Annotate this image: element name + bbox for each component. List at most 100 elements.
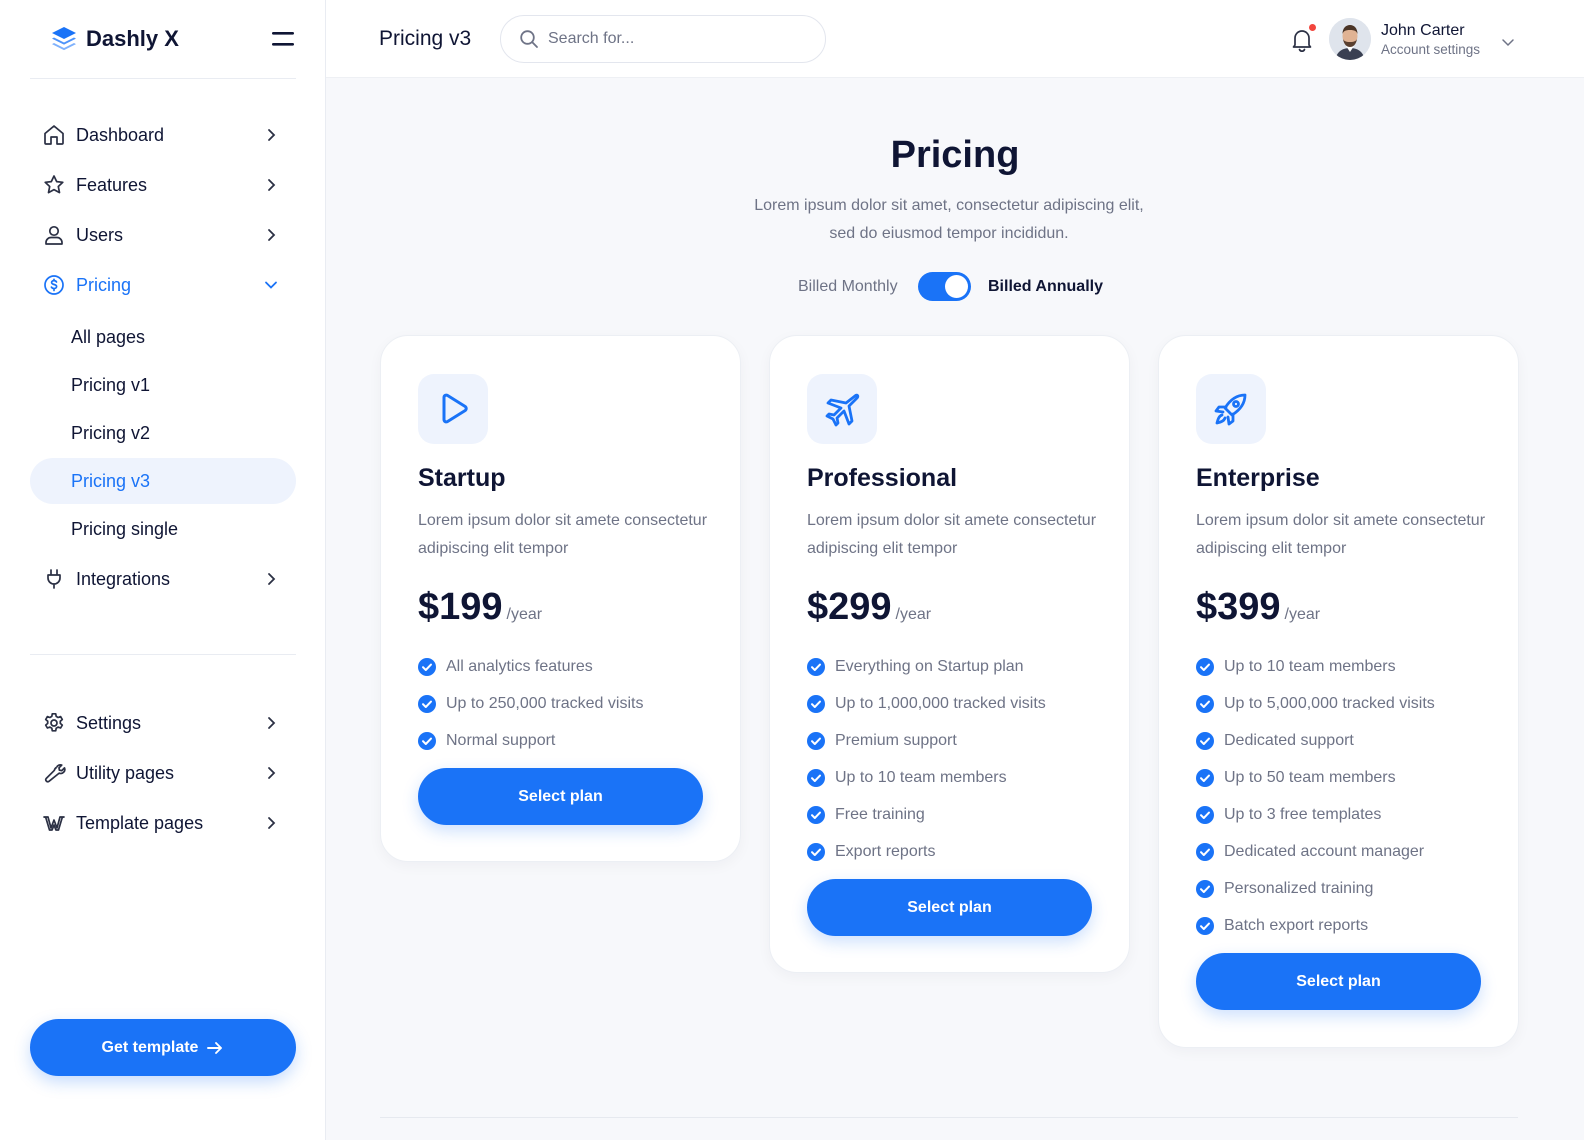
home-icon [44,125,64,145]
check-circle-icon [1196,879,1214,898]
feature-label: Dedicated support [1224,731,1354,749]
feature-item: Batch export reports [1196,907,1435,944]
feature-item: Free training [807,796,1046,833]
sidebar: Dashly X Dashboard Features Users Pricin… [0,0,326,1140]
chevron-right-icon [268,229,276,241]
play-icon [442,393,468,424]
feature-label: Up to 10 team members [1224,657,1396,675]
sidebar-subitem-all-pages[interactable]: All pages [30,314,296,360]
feature-item: Up to 250,000 tracked visits [418,685,643,722]
search-input[interactable] [548,30,808,48]
billing-toggle[interactable] [918,272,971,301]
plan-price-row: $399 /year [1196,586,1320,629]
sidebar-item-label: Users [76,224,124,245]
plan-price-row: $199 /year [418,586,542,629]
plan-description: Lorem ipsum dolor sit amete consectetur … [418,512,708,557]
webflow-icon [43,816,65,831]
feature-label: Export reports [835,842,936,860]
plan-name: Enterprise [1196,464,1320,492]
sidebar-item-integrations[interactable]: Integrations [30,554,296,604]
sidebar-item-settings[interactable]: Settings [30,698,296,748]
feature-label: Everything on Startup plan [835,657,1024,675]
feature-label: Up to 3 free templates [1224,805,1382,823]
plan-name: Professional [807,464,958,492]
footer-divider [380,1117,1518,1118]
feature-item: Everything on Startup plan [807,648,1046,685]
sidebar-item-dashboard[interactable]: Dashboard [30,110,296,160]
get-template-button[interactable]: Get template [30,1019,296,1076]
chevron-right-icon [268,573,276,585]
brand-name[interactable]: Dashly X [86,26,179,52]
plan-icon-box [807,374,877,444]
feature-item: Up to 10 team members [1196,648,1435,685]
chevron-right-icon [268,717,276,729]
plan-features: All analytics features Up to 250,000 tra… [418,648,643,759]
sidebar-item-pricing[interactable]: Pricing [30,260,296,310]
sidebar-item-label: Template pages [76,812,204,833]
wrench-icon [44,764,66,783]
avatar[interactable] [1329,18,1371,60]
menu-toggle-icon[interactable] [272,28,296,50]
search-box[interactable] [500,15,826,63]
plan-features: Everything on Startup plan Up to 1,000,0… [807,648,1046,870]
sidebar-subitem-pricing-single[interactable]: Pricing single [30,506,296,552]
check-circle-icon [807,731,825,750]
sidebar-item-features[interactable]: Features [30,160,296,210]
check-circle-icon [418,694,436,713]
feature-label: Up to 50 team members [1224,768,1396,786]
user-icon [45,225,63,245]
feature-item: Dedicated support [1196,722,1435,759]
sidebar-item-label: Utility pages [76,762,175,783]
feature-item: Normal support [418,722,643,759]
chevron-right-icon [268,129,276,141]
plan-period: /year [895,606,932,623]
select-plan-button[interactable]: Select plan [807,879,1092,936]
sidebar-divider [30,654,296,655]
sidebar-item-utility-pages[interactable]: Utility pages [30,748,296,798]
feature-label: Up to 10 team members [835,768,1007,786]
main-nav: Dashboard Features Users Pricing All pag… [30,110,296,604]
feature-item: Up to 50 team members [1196,759,1435,796]
feature-item: Up to 3 free templates [1196,796,1435,833]
feature-label: Up to 250,000 tracked visits [446,694,644,712]
feature-item: All analytics features [418,648,643,685]
select-plan-button[interactable]: Select plan [418,768,703,825]
bell-icon[interactable] [1290,27,1314,53]
sidebar-item-users[interactable]: Users [30,210,296,260]
check-circle-icon [807,694,825,713]
feature-label: All analytics features [446,657,593,675]
check-circle-icon [418,731,436,750]
plan-price: $199 [418,586,503,628]
feature-item: Dedicated account manager [1196,833,1435,870]
feature-item: Up to 1,000,000 tracked visits [807,685,1046,722]
rocket-icon [1214,393,1247,426]
sidebar-item-template-pages[interactable]: Template pages [30,798,296,848]
plan-icon-box [1196,374,1266,444]
check-circle-icon [1196,805,1214,824]
chevron-right-icon [268,179,276,191]
chevron-down-icon[interactable] [1500,34,1516,50]
star-icon [44,175,64,194]
plan-card-startup: Startup Lorem ipsum dolor sit amete cons… [380,335,741,862]
billed-monthly-label[interactable]: Billed Monthly [798,278,898,296]
logo-icon[interactable] [50,25,78,53]
dollar-circle-icon [44,275,64,295]
plan-period: /year [506,606,543,623]
check-circle-icon [807,805,825,824]
check-circle-icon [807,842,825,861]
check-circle-icon [1196,731,1214,750]
sidebar-item-label: Features [76,174,148,195]
account-settings-link[interactable]: Account settings [1381,42,1480,57]
toggle-knob [945,275,968,298]
sidebar-subitem-pricing-v3[interactable]: Pricing v3 [30,458,296,504]
billed-annually-label[interactable]: Billed Annually [988,278,1103,296]
feature-label: Personalized training [1224,879,1374,897]
sidebar-subitem-pricing-v2[interactable]: Pricing v2 [30,410,296,456]
sidebar-item-label: Pricing [76,274,132,295]
user-name[interactable]: John Carter [1381,22,1465,40]
plan-price-row: $299 /year [807,586,931,629]
airplane-icon [825,393,860,427]
sidebar-subitem-pricing-v1[interactable]: Pricing v1 [30,362,296,408]
select-plan-button[interactable]: Select plan [1196,953,1481,1010]
secondary-nav: Settings Utility pages Template pages [30,698,296,848]
